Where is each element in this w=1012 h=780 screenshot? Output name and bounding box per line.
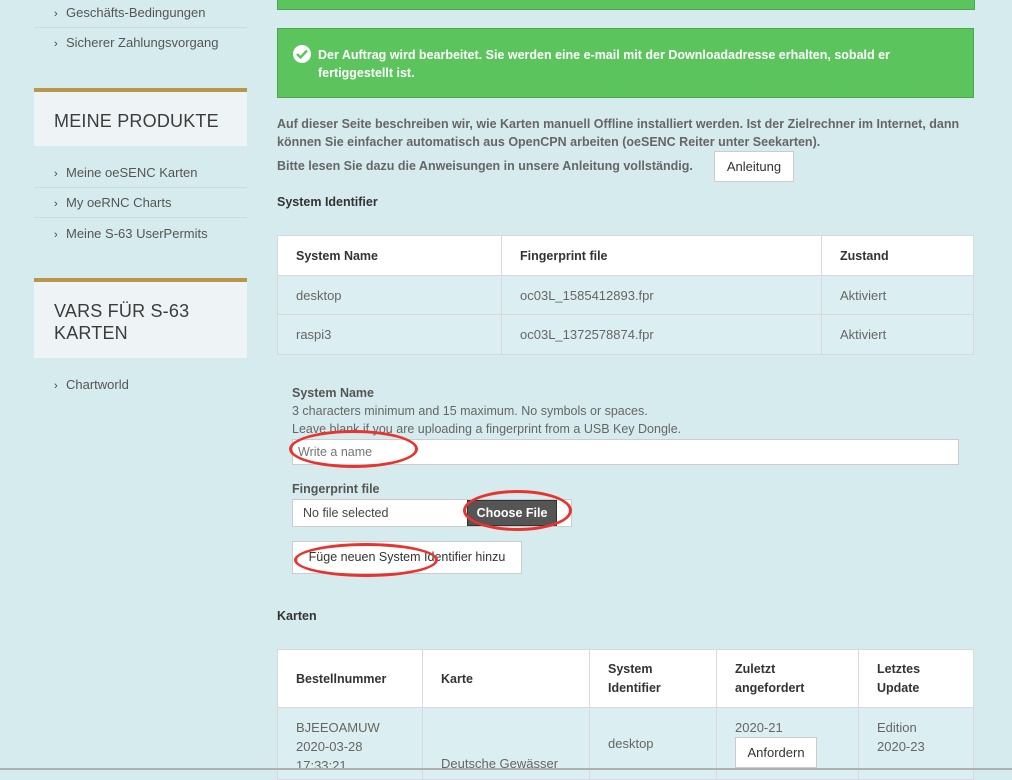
col-last-requested: Zuletzt angefordert	[716, 649, 859, 708]
guide-button[interactable]: Anleitung	[714, 151, 794, 182]
table-row: raspi3 oc03L_1372578874.fpr Aktiviert	[277, 314, 974, 355]
cell-status: Aktiviert	[821, 275, 974, 315]
col-fingerprint: Fingerprint file	[501, 235, 822, 276]
system-identifier-heading: System Identifier	[277, 195, 378, 209]
chevron-right-icon: ›	[54, 8, 58, 20]
system-name-label: System Name	[292, 386, 374, 400]
col-status: Zustand	[821, 235, 974, 276]
products-header-box: MEINE PRODUKTE	[34, 88, 247, 146]
annotation-ring	[294, 543, 438, 577]
success-message: Der Auftrag wird bearbeitet. Sie werden …	[318, 48, 890, 80]
sidebar-link-oernc[interactable]: › My oeRNC Charts	[54, 195, 171, 210]
vars-title-line2: KARTEN	[54, 323, 128, 343]
chevron-right-icon: ›	[54, 229, 58, 241]
success-alert: Der Auftrag wird bearbeitet. Sie werden …	[277, 28, 974, 98]
col-last-update: Letztes Update	[858, 649, 974, 708]
col-order-number: Bestellnummer	[277, 649, 423, 708]
karten-table: Bestellnummer Karte System Identifier Zul…	[277, 649, 974, 780]
check-circle-icon	[293, 45, 311, 63]
col-map: Karte	[422, 649, 590, 708]
chevron-right-icon: ›	[54, 380, 58, 392]
vars-header-box: VARS FÜR S-63 KARTEN	[34, 278, 247, 358]
vars-title-line1: VARS FÜR S-63	[54, 301, 190, 321]
cell-fingerprint: oc03L_1585412893.fpr	[501, 275, 822, 315]
sidebar-link-s63[interactable]: › Meine S-63 UserPermits	[54, 226, 208, 241]
annotation-ring	[463, 490, 572, 531]
cell-fingerprint: oc03L_1372578874.fpr	[501, 314, 822, 355]
file-status: No file selected	[303, 506, 389, 520]
divider	[34, 27, 247, 28]
chevron-right-icon: ›	[54, 38, 58, 50]
sidebar-link-oesenc[interactable]: › Meine oeSENC Karten	[54, 165, 198, 180]
annotation-ring	[289, 430, 418, 468]
sidebar-link-chartworld[interactable]: › Chartworld	[54, 377, 129, 392]
cell-system-name: desktop	[277, 275, 502, 315]
products-title: MEINE PRODUKTE	[54, 111, 219, 131]
sidebar-link-terms[interactable]: › Geschäfts-Bedingungen	[54, 5, 205, 20]
system-identifier-table: System Name Fingerprint file Zustand des…	[277, 235, 974, 355]
table-header-row: Bestellnummer Karte System Identifier Zul…	[277, 649, 974, 708]
fingerprint-file-label: Fingerprint file	[292, 482, 380, 496]
sidebar-link-payment[interactable]: › Sicherer Zahlungsvorgang	[54, 35, 218, 50]
cell-system-name: raspi3	[277, 314, 502, 355]
col-system-identifier: System Identifier	[589, 649, 717, 708]
divider	[34, 187, 247, 188]
system-name-help: 3 characters minimum and 15 maximum. No …	[292, 404, 648, 418]
divider	[34, 217, 247, 218]
table-header-row: System Name Fingerprint file Zustand	[277, 235, 974, 276]
cell-status: Aktiviert	[821, 314, 974, 355]
intro-text: Auf dieser Seite beschreiben wir, wie Ka…	[277, 117, 960, 149]
karten-heading: Karten	[277, 609, 317, 623]
request-button[interactable]: Anfordern	[735, 737, 817, 768]
table-row: desktop oc03L_1585412893.fpr Aktiviert	[277, 275, 974, 315]
previous-alert	[277, 0, 975, 10]
chevron-right-icon: ›	[54, 198, 58, 210]
chevron-right-icon: ›	[54, 168, 58, 180]
col-system-name: System Name	[277, 235, 502, 276]
read-instructions-text: Bitte lesen Sie dazu die Anweisungen in …	[277, 159, 693, 173]
